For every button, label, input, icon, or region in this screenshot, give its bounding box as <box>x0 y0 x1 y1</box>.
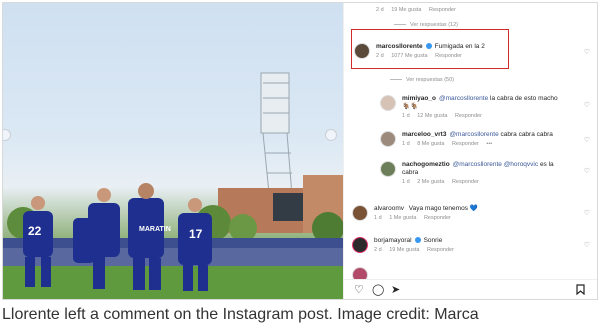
football-celebration-image: 22 MARATIN 17 <box>3 72 343 299</box>
like-comment-heart-icon[interactable]: ♡ <box>584 101 590 109</box>
comment-age: 2 d <box>376 53 384 59</box>
reply-link[interactable]: Responder <box>452 141 479 147</box>
comment-age: 2 d <box>374 247 382 253</box>
save-bookmark-icon[interactable] <box>576 284 585 299</box>
comment-likes[interactable]: 2 Me gusta <box>417 179 444 185</box>
avatar[interactable] <box>380 161 396 177</box>
svg-text:17: 17 <box>189 227 203 241</box>
like-comment-heart-icon[interactable]: ♡ <box>584 167 590 175</box>
like-comment-heart-icon[interactable]: ♡ <box>584 136 590 144</box>
comment-username[interactable]: mimiyao_o <box>402 95 436 102</box>
reply-link[interactable]: Responder <box>429 7 456 13</box>
comment-bubble-icon[interactable]: ◯ <box>372 284 384 296</box>
verified-icon <box>414 237 421 244</box>
reply-link[interactable]: Responder <box>427 247 454 253</box>
reply-link[interactable]: Responder <box>435 53 462 59</box>
share-send-icon[interactable]: ➤ <box>391 284 400 296</box>
comment-text: Fumigada en la 2 <box>434 43 485 50</box>
comment-username[interactable]: marcosllorente <box>376 43 423 50</box>
comment-likes[interactable]: 1 Me gusta <box>389 215 416 221</box>
avatar[interactable] <box>352 205 368 221</box>
view-replies-link[interactable]: Ver respuestas (12) <box>394 22 458 28</box>
more-options-icon[interactable]: ••• <box>486 141 492 147</box>
like-heart-icon[interactable]: ♡ <box>354 284 364 296</box>
comment-likes[interactable]: 19 Me gusta <box>389 247 419 253</box>
mention-link[interactable]: @marcosllorente @horoqvvic <box>453 161 538 168</box>
avatar[interactable] <box>354 43 370 59</box>
svg-text:MARATIN: MARATIN <box>139 226 171 233</box>
comment-age: 2 d <box>376 7 384 13</box>
comment-item: borjamayoral Sonrie 2 d 19 Me gusta Respo… <box>352 237 460 253</box>
reply-item: marceloo_vrt3 @marcosllorente cabra cabra… <box>380 131 562 147</box>
comment-likes[interactable]: 19 Me gusta <box>391 7 421 13</box>
avatar[interactable] <box>380 131 396 147</box>
avatar[interactable] <box>380 95 396 111</box>
comment-username[interactable]: alvaroomv <box>374 205 404 212</box>
blue-heart-emoji: 💙 <box>469 205 478 212</box>
next-image-arrow[interactable] <box>325 129 337 141</box>
reply-item: nachogomeztio @marcosllorente @horoqvvic … <box>380 161 567 185</box>
comment-text: Vaya mago tenemos <box>408 205 468 212</box>
previous-comment-meta: 2 d 19 Me gusta Responder <box>376 7 462 13</box>
comment-username[interactable]: borjamayoral <box>374 237 412 244</box>
comment-text: Sonrie <box>423 237 443 244</box>
post-action-bar: ♡ ◯ ➤ <box>344 279 597 299</box>
comment-item: alvaroomv Vaya mago tenemos 💙 1 d 1 Me g… <box>352 205 478 221</box>
comment-likes[interactable]: 8 Me gusta <box>417 141 444 147</box>
image-caption: Llorente left a comment on the Instagram… <box>2 306 479 323</box>
comment-age: 1 d <box>402 179 410 185</box>
comment-text: la cabra de esto macho <box>490 95 558 102</box>
comment-age: 1 d <box>402 141 410 147</box>
comment-text: cabra cabra cabra <box>500 131 553 138</box>
avatar[interactable] <box>352 237 368 253</box>
like-comment-heart-icon[interactable]: ♡ <box>584 241 590 249</box>
verified-icon <box>425 43 432 50</box>
reply-link[interactable]: Responder <box>452 179 479 185</box>
instagram-post-frame: 22 MARATIN 17 2 d 19 Me gusta Responder … <box>2 2 598 300</box>
like-comment-heart-icon[interactable]: ♡ <box>584 48 590 56</box>
comment-likes[interactable]: 1077 Me gusta <box>391 53 427 59</box>
comment-username[interactable]: marceloo_vrt3 <box>402 131 446 138</box>
goat-emoji: 🐐🐐 <box>402 103 419 110</box>
mention-link[interactable]: @marcosllorente <box>449 131 498 138</box>
highlighted-comment: marcosllorente Fumigada en la 2 2 d 1077 … <box>354 43 485 59</box>
view-replies-link[interactable]: Ver respuestas (50) <box>390 77 454 83</box>
comment-age: 1 d <box>402 113 410 119</box>
mention-link[interactable]: @marcosllorente <box>439 95 488 102</box>
like-comment-heart-icon[interactable]: ♡ <box>584 209 590 217</box>
reply-link[interactable]: Responder <box>424 215 451 221</box>
comments-panel: 2 d 19 Me gusta Responder Ver respuestas… <box>343 3 597 299</box>
reply-item: mimiyao_o @marcosllorente la cabra de est… <box>380 95 562 119</box>
comment-age: 1 d <box>374 215 382 221</box>
svg-text:22: 22 <box>28 224 42 238</box>
reply-link[interactable]: Responder <box>455 113 482 119</box>
post-photo[interactable]: 22 MARATIN 17 <box>3 3 343 299</box>
comment-username[interactable]: nachogomeztio <box>402 161 450 168</box>
comment-likes[interactable]: 12 Me gusta <box>417 113 447 119</box>
